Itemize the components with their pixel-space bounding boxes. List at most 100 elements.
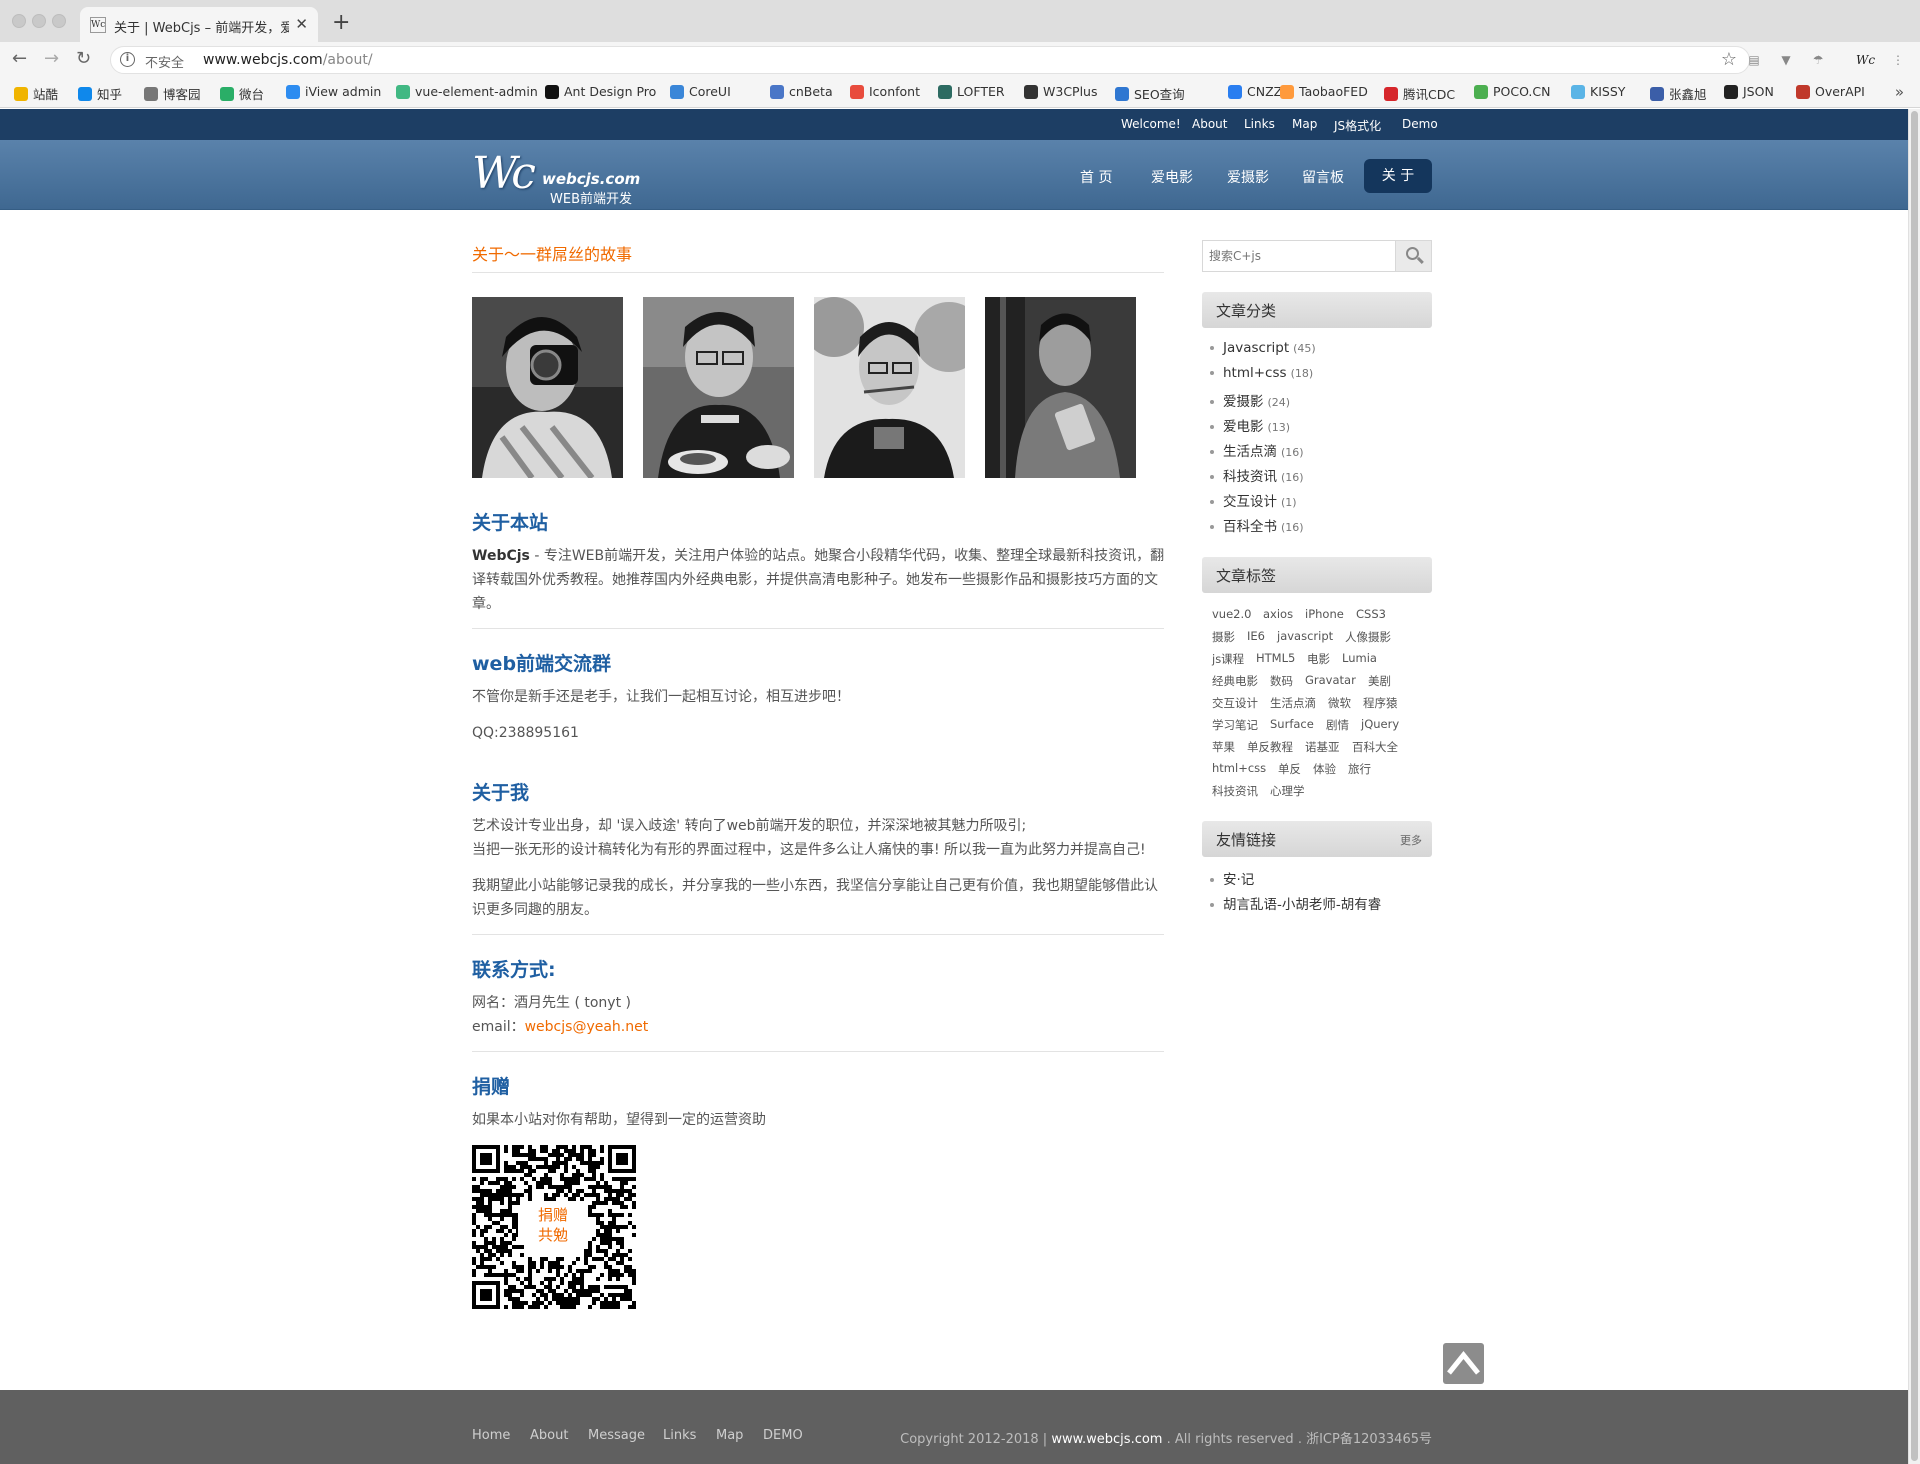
address-bar[interactable]: i 不安全 www.webcjs.com/about/ ☆ [110, 46, 1750, 74]
window-zoom-button[interactable] [52, 14, 66, 28]
nav-movies[interactable]: 爱电影 [1151, 167, 1193, 187]
category-item[interactable]: 科技资讯 (16) [1210, 465, 1304, 485]
footer-link-map[interactable]: Map [716, 1428, 743, 1443]
forward-arrow-icon[interactable]: → [44, 48, 59, 69]
back-arrow-icon[interactable]: ← [12, 48, 27, 69]
back-to-top-button[interactable] [1443, 1343, 1484, 1384]
footer-link-about[interactable]: About [530, 1428, 568, 1443]
search-button[interactable] [1395, 241, 1431, 271]
url-text[interactable]: www.webcjs.com/about/ [203, 52, 373, 68]
bookmarks-overflow-icon[interactable]: » [1895, 83, 1904, 101]
search-input[interactable] [1203, 241, 1397, 271]
tag-link[interactable]: axios [1263, 607, 1293, 621]
tag-link[interactable]: 剧情 [1326, 717, 1349, 733]
extension-vpn-icon[interactable]: ▼ [1778, 52, 1794, 68]
extension-umbrella-icon[interactable]: ☂ [1810, 52, 1826, 68]
bookmark-item[interactable]: CNZZ [1228, 84, 1282, 99]
tag-link[interactable]: 经典电影 [1212, 673, 1258, 689]
tag-link[interactable]: Gravatar [1305, 673, 1356, 687]
tab-close-icon[interactable]: ✕ [295, 15, 308, 33]
tag-link[interactable]: HTML5 [1256, 651, 1295, 665]
bookmark-item[interactable]: iView admin [286, 84, 381, 99]
tag-link[interactable]: 交互设计 [1212, 695, 1258, 711]
bookmark-item[interactable]: 微台 [220, 84, 264, 103]
bookmark-item[interactable]: Iconfont [850, 84, 920, 99]
tag-link[interactable]: 单反 [1278, 761, 1301, 777]
category-item[interactable]: 交互设计 (1) [1210, 490, 1297, 510]
category-item[interactable]: Javascript (45) [1210, 340, 1316, 356]
category-item[interactable]: 爱摄影 (24) [1210, 390, 1290, 410]
tag-link[interactable]: 体验 [1313, 761, 1336, 777]
bookmark-item[interactable]: vue-element-admin [396, 84, 538, 99]
category-item[interactable]: html+css (18) [1210, 365, 1313, 381]
reload-icon[interactable]: ↻ [76, 48, 91, 69]
bookmark-item[interactable]: JSON [1724, 84, 1774, 99]
footer-link-home[interactable]: Home [472, 1428, 510, 1443]
tag-link[interactable]: 百科大全 [1352, 739, 1398, 755]
bookmark-item[interactable]: 博客园 [144, 84, 201, 103]
bookmark-item[interactable]: cnBeta [770, 84, 833, 99]
toplink-about[interactable]: About [1192, 117, 1227, 131]
tag-link[interactable]: 旅行 [1348, 761, 1371, 777]
footer-link-links[interactable]: Links [663, 1428, 696, 1443]
site-info-icon[interactable]: i [120, 52, 135, 67]
browser-tab-active[interactable]: Wc 关于 | WebCjs – 前端开发，爱摄影 ✕ [80, 7, 318, 42]
bookmark-item[interactable]: OverAPI [1796, 84, 1865, 99]
category-item[interactable]: 生活点滴 (16) [1210, 440, 1304, 460]
browser-menu-icon[interactable]: ⋮ [1890, 52, 1906, 68]
bookmark-item[interactable]: TaobaoFED [1280, 84, 1368, 99]
toplink-map[interactable]: Map [1292, 117, 1317, 131]
toplink-links[interactable]: Links [1244, 117, 1275, 131]
bookmark-item[interactable]: KISSY [1571, 84, 1625, 99]
tag-link[interactable]: 摄影 [1212, 629, 1235, 645]
tag-link[interactable]: jQuery [1361, 717, 1399, 731]
scrollbar-thumb[interactable] [1911, 111, 1918, 1461]
bookmark-item[interactable]: Ant Design Pro [545, 84, 656, 99]
tag-link[interactable]: html+css [1212, 761, 1266, 775]
tag-link[interactable]: 数码 [1270, 673, 1293, 689]
tag-link[interactable]: Surface [1270, 717, 1314, 731]
copyright-domain-link[interactable]: www.webcjs.com [1051, 1432, 1162, 1447]
category-item[interactable]: 百科全书 (16) [1210, 515, 1304, 535]
footer-link-demo[interactable]: DEMO [763, 1428, 803, 1443]
bookmark-item[interactable]: CoreUI [670, 84, 731, 99]
friend-link[interactable]: 胡言乱语-小胡老师-胡有睿 [1210, 893, 1381, 913]
extension-webcjs-icon[interactable]: Wc [1856, 52, 1875, 68]
bookmark-item[interactable]: W3CPlus [1024, 84, 1098, 99]
toplink-demo[interactable]: Demo [1402, 117, 1438, 131]
tag-link[interactable]: vue2.0 [1212, 607, 1251, 621]
tag-link[interactable]: CSS3 [1356, 607, 1386, 621]
tag-link[interactable]: 苹果 [1212, 739, 1235, 755]
tag-link[interactable]: 学习笔记 [1212, 717, 1258, 733]
tag-link[interactable]: 心理学 [1270, 783, 1305, 799]
tag-link[interactable]: 科技资讯 [1212, 783, 1258, 799]
bookmark-item[interactable]: 腾讯CDC [1384, 84, 1455, 103]
tag-link[interactable]: 生活点滴 [1270, 695, 1316, 711]
category-item[interactable]: 爱电影 (13) [1210, 415, 1290, 435]
tag-link[interactable]: 诺基亚 [1305, 739, 1340, 755]
tag-link[interactable]: iPhone [1305, 607, 1344, 621]
tag-link[interactable]: js课程 [1212, 651, 1244, 667]
bookmark-item[interactable]: 张鑫旭 [1650, 84, 1707, 103]
extension-pdf-icon[interactable]: ▤ [1746, 52, 1762, 68]
friend-link[interactable]: 安·记 [1210, 868, 1254, 888]
tag-link[interactable]: Lumia [1342, 651, 1377, 665]
bookmark-item[interactable]: LOFTER [938, 84, 1005, 99]
email-link[interactable]: webcjs@yeah.net [525, 1019, 649, 1035]
site-logo[interactable]: Wc [472, 148, 536, 199]
nav-about-active[interactable]: 关 于 [1364, 159, 1432, 193]
bookmark-item[interactable]: 站酷 [14, 84, 58, 103]
new-tab-icon[interactable]: + [332, 10, 350, 35]
friend-links-more[interactable]: 更多 [1400, 832, 1422, 848]
nav-guestbook[interactable]: 留言板 [1302, 167, 1344, 187]
bookmark-item[interactable]: SEO查询 [1115, 84, 1185, 103]
tag-link[interactable]: 人像摄影 [1345, 629, 1391, 645]
bookmark-star-icon[interactable]: ☆ [1721, 49, 1737, 70]
tag-link[interactable]: javascript [1277, 629, 1333, 643]
toplink-js-format[interactable]: JS格式化 [1334, 117, 1381, 134]
toplink-welcome[interactable]: Welcome! [1121, 117, 1181, 131]
tag-link[interactable]: 微软 [1328, 695, 1351, 711]
tag-link[interactable]: 单反教程 [1247, 739, 1293, 755]
bookmark-item[interactable]: 知乎 [78, 84, 122, 103]
nav-home[interactable]: 首 页 [1080, 167, 1112, 187]
